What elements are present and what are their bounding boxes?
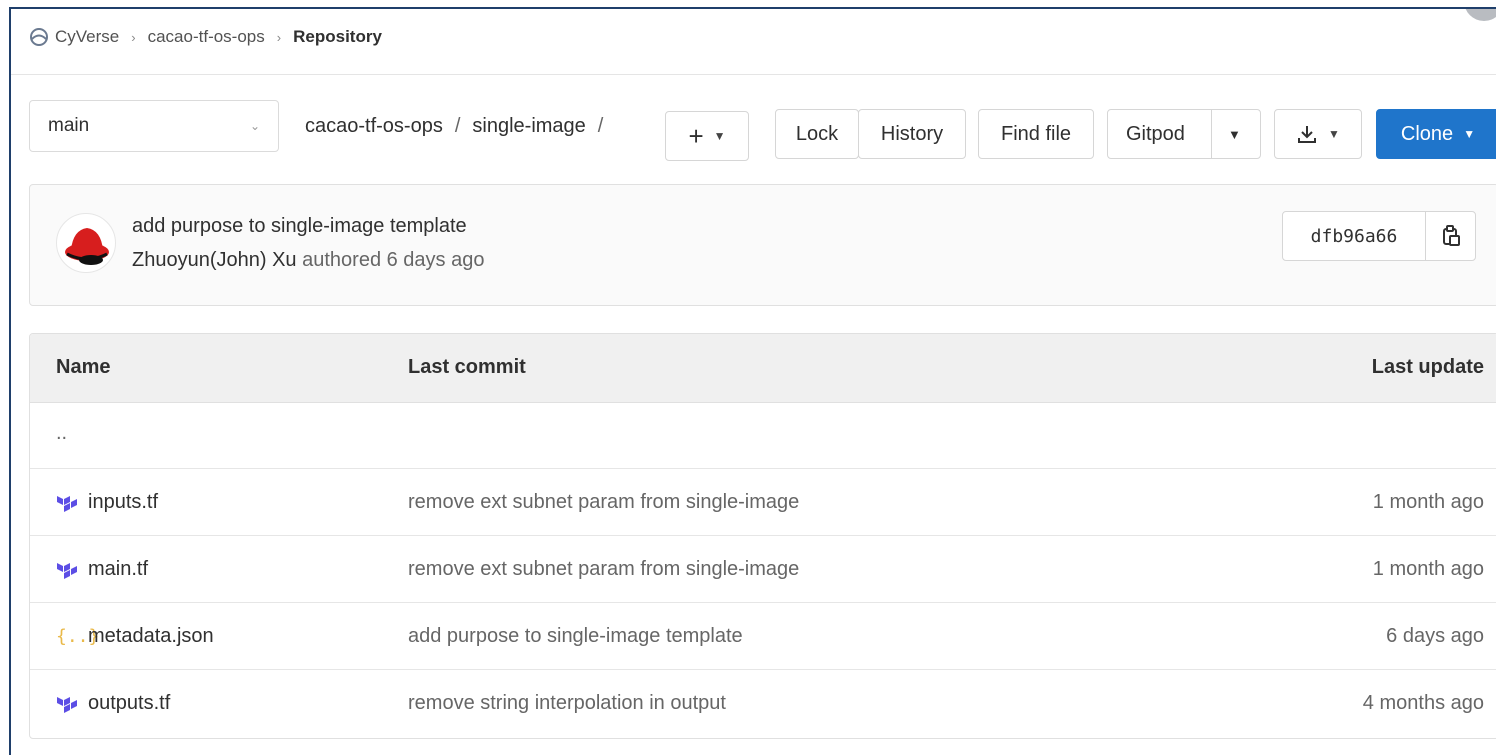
terraform-icon bbox=[56, 493, 82, 513]
table-header: Name Last commit Last update bbox=[30, 334, 1496, 403]
table-row[interactable]: main.tf remove ext subnet param from sin… bbox=[30, 536, 1496, 603]
download-dropdown-button[interactable]: ▼ bbox=[1274, 109, 1362, 159]
find-file-button[interactable]: Find file bbox=[978, 109, 1094, 159]
gitpod-divider bbox=[1211, 109, 1212, 159]
path-separator: / bbox=[454, 114, 461, 137]
file-name[interactable]: metadata.json bbox=[88, 625, 214, 648]
commit-message[interactable]: add purpose to single-image template bbox=[408, 625, 743, 648]
table-row[interactable]: {..} metadata.json add purpose to single… bbox=[30, 603, 1496, 670]
file-tree-table: Name Last commit Last update .. inputs.t… bbox=[29, 333, 1496, 739]
gitpod-dropdown-icon[interactable]: ▼ bbox=[1228, 127, 1241, 142]
repository-window: CyVerse › cacao-tf-os-ops › Repository m… bbox=[9, 7, 1496, 755]
last-commit-panel: add purpose to single-image template Zhu… bbox=[29, 184, 1496, 306]
breadcrumb-project[interactable]: cacao-tf-os-ops bbox=[148, 27, 265, 47]
commit-message[interactable]: remove ext subnet param from single-imag… bbox=[408, 491, 799, 514]
redhat-avatar-icon bbox=[65, 228, 109, 265]
terraform-icon bbox=[56, 694, 82, 714]
file-name[interactable]: inputs.tf bbox=[88, 491, 158, 514]
file-name-cell[interactable]: outputs.tf bbox=[56, 692, 170, 715]
history-button[interactable]: History bbox=[858, 109, 966, 159]
clone-button[interactable]: Clone ▼ bbox=[1376, 109, 1496, 159]
file-name[interactable]: outputs.tf bbox=[88, 692, 170, 715]
chevron-down-icon: ▼ bbox=[713, 129, 726, 143]
header-name: Name bbox=[56, 356, 111, 378]
avatar[interactable] bbox=[56, 213, 116, 273]
last-update: 1 month ago bbox=[1372, 558, 1484, 580]
breadcrumb-group-label[interactable]: CyVerse bbox=[55, 27, 119, 47]
last-update: 4 months ago bbox=[1362, 692, 1484, 714]
last-update: 6 days ago bbox=[1386, 625, 1484, 647]
commit-message[interactable]: remove ext subnet param from single-imag… bbox=[408, 558, 799, 581]
parent-directory-row[interactable]: .. bbox=[30, 402, 1496, 469]
gitpod-button-group: Gitpod ▼ bbox=[1107, 109, 1261, 159]
group-avatar-icon bbox=[30, 28, 48, 46]
commit-message[interactable]: remove string interpolation in output bbox=[408, 692, 726, 715]
table-row[interactable]: outputs.tf remove string interpolation i… bbox=[30, 670, 1496, 736]
breadcrumb-group[interactable]: CyVerse bbox=[29, 27, 119, 47]
commit-authored-time: authored 6 days ago bbox=[302, 249, 485, 271]
table-row[interactable]: inputs.tf remove ext subnet param from s… bbox=[30, 469, 1496, 536]
breadcrumb-separator: › bbox=[131, 29, 136, 45]
parent-directory-link[interactable]: .. bbox=[56, 422, 67, 445]
gitpod-button[interactable]: Gitpod bbox=[1126, 123, 1185, 146]
commit-sha[interactable]: dfb96a66 bbox=[1283, 212, 1425, 260]
breadcrumb-current[interactable]: Repository bbox=[293, 27, 382, 47]
terraform-icon bbox=[56, 560, 82, 580]
path-separator: / bbox=[597, 114, 604, 137]
branch-select[interactable]: main ⌄ bbox=[29, 100, 279, 152]
chevron-down-icon: ▼ bbox=[1328, 127, 1340, 141]
chevron-down-icon: ▼ bbox=[1463, 127, 1476, 141]
header-last-update: Last update bbox=[1371, 356, 1484, 378]
download-icon bbox=[1298, 126, 1317, 143]
commit-title[interactable]: add purpose to single-image template bbox=[132, 215, 467, 238]
chevron-down-icon: ⌄ bbox=[249, 119, 260, 133]
corner-decoration bbox=[1464, 9, 1496, 21]
lock-label: Lock bbox=[795, 122, 839, 145]
find-file-label: Find file bbox=[1000, 122, 1072, 145]
breadcrumb-divider bbox=[11, 74, 1496, 75]
commit-meta: Zhuoyun(John) Xu authored 6 days ago bbox=[132, 249, 484, 272]
last-update: 1 month ago bbox=[1372, 491, 1484, 513]
repo-path: cacao-tf-os-ops / single-image / bbox=[305, 100, 615, 152]
file-name[interactable]: main.tf bbox=[88, 558, 148, 581]
add-dropdown-button[interactable]: + ▼ bbox=[665, 111, 749, 161]
repo-toolbar: main ⌄ cacao-tf-os-ops / single-image / … bbox=[29, 100, 1496, 161]
commit-author[interactable]: Zhuoyun(John) Xu bbox=[132, 249, 297, 271]
branch-name: main bbox=[48, 115, 90, 136]
file-name-cell[interactable]: inputs.tf bbox=[56, 491, 158, 514]
file-name-cell[interactable]: main.tf bbox=[56, 558, 148, 581]
path-folder[interactable]: single-image bbox=[472, 115, 585, 138]
header-last-commit: Last commit bbox=[408, 356, 526, 378]
breadcrumb: CyVerse › cacao-tf-os-ops › Repository bbox=[29, 25, 382, 49]
history-label: History bbox=[880, 122, 944, 145]
copy-sha-button[interactable] bbox=[1426, 212, 1476, 260]
copy-icon bbox=[1443, 225, 1460, 246]
json-icon: {..} bbox=[56, 626, 100, 647]
path-root[interactable]: cacao-tf-os-ops bbox=[305, 115, 443, 138]
clone-label: Clone bbox=[1400, 122, 1454, 145]
file-name-cell[interactable]: {..} metadata.json bbox=[56, 625, 214, 648]
lock-button[interactable]: Lock bbox=[775, 109, 859, 159]
breadcrumb-separator: › bbox=[276, 29, 282, 45]
plus-icon: + bbox=[688, 121, 704, 151]
commit-sha-group: dfb96a66 bbox=[1282, 211, 1476, 261]
